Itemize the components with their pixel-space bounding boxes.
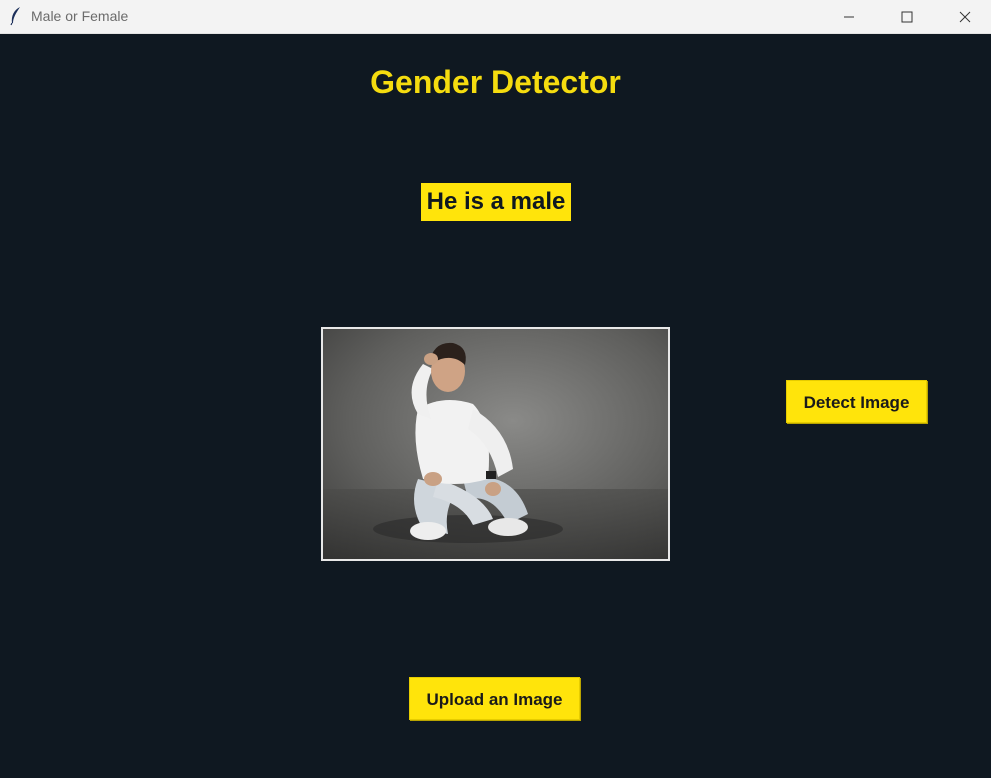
window-titlebar: Male or Female <box>0 0 991 34</box>
close-button[interactable] <box>942 0 988 33</box>
uploaded-image <box>321 327 670 561</box>
minimize-button[interactable] <box>826 0 872 33</box>
detect-image-button[interactable]: Detect Image <box>786 380 927 423</box>
page-title: Gender Detector <box>370 64 621 100</box>
feather-icon <box>8 6 24 26</box>
maximize-icon <box>901 11 913 23</box>
result-label: He is a male <box>421 183 571 221</box>
minimize-icon <box>843 11 855 23</box>
photo-of-seated-man <box>323 329 668 559</box>
maximize-button[interactable] <box>884 0 930 33</box>
upload-image-button[interactable]: Upload an Image <box>409 677 580 720</box>
window-title: Male or Female <box>31 8 129 24</box>
close-icon <box>959 11 971 23</box>
app-window-content: Gender Detector He is a male Detect Imag… <box>0 35 991 778</box>
